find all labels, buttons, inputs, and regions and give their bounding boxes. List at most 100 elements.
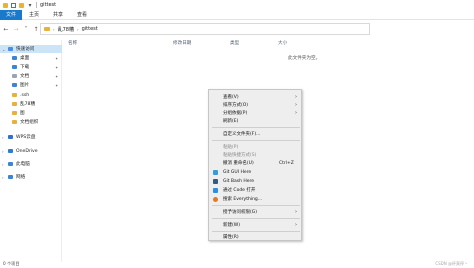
- menu-item-git-gui[interactable]: Git GUI Here: [209, 168, 301, 176]
- quick-access-dropdown-icon[interactable]: ▾: [27, 2, 33, 9]
- chevron-right-icon[interactable]: ›: [77, 27, 79, 32]
- back-arrow-icon[interactable]: ←: [3, 26, 9, 33]
- menu-item-label: 搜索 Everything...: [223, 197, 263, 202]
- tab-view[interactable]: 查看: [70, 10, 94, 20]
- menu-item-label: 通过 Code 打开: [223, 188, 256, 193]
- nav-item-label: 乱78糟: [20, 102, 36, 107]
- tab-file[interactable]: 文件: [0, 9, 23, 20]
- chevron-right-icon[interactable]: ›: [2, 149, 4, 154]
- nav-item-folder[interactable]: 文档组织: [0, 118, 62, 126]
- chevron-right-icon[interactable]: ›: [53, 27, 55, 32]
- column-header-size[interactable]: 大小: [278, 40, 287, 46]
- menu-item-refresh[interactable]: 刷新(E): [209, 117, 301, 125]
- star-icon: [8, 47, 13, 51]
- nav-item-label: 此电脑: [16, 162, 30, 167]
- menu-item-label: Git Bash Here: [223, 178, 255, 184]
- nav-item-folder[interactable]: 乱78糟: [0, 100, 62, 108]
- pin-icon: ✦: [55, 64, 59, 70]
- properties-icon[interactable]: [11, 2, 16, 8]
- menu-item-group-by[interactable]: 分组依据(P) ›: [209, 109, 301, 117]
- menu-item-label: 新建(W): [223, 223, 240, 228]
- nav-item-label: OneDrive: [16, 148, 38, 154]
- tab-share[interactable]: 共享: [46, 10, 70, 20]
- nav-item-desktop[interactable]: 桌面 ✦: [0, 54, 62, 62]
- menu-separator: [212, 205, 300, 206]
- menu-item-customize-folder[interactable]: 自定义文件夹(F)...: [209, 130, 301, 138]
- column-header-type[interactable]: 类型: [230, 40, 239, 46]
- recent-locations-icon[interactable]: ˅: [23, 26, 29, 33]
- tab-home[interactable]: 主页: [22, 10, 46, 20]
- title-bar: ▾ gittest: [0, 0, 474, 10]
- nav-item-pictures[interactable]: 图片 ✦: [0, 81, 62, 89]
- everything-icon: [213, 196, 218, 202]
- pin-icon: ✦: [55, 55, 59, 61]
- chevron-down-icon[interactable]: ⌄: [2, 47, 5, 52]
- breadcrumb-item[interactable]: 乱78糟: [58, 26, 74, 33]
- menu-item-label: 撤消 重命名(U): [223, 161, 254, 166]
- folder-icon: [3, 2, 8, 8]
- column-header-name[interactable]: 名称: [68, 40, 77, 46]
- network-icon: [8, 175, 13, 179]
- nav-item-label: 文档: [20, 74, 30, 79]
- menu-item-view[interactable]: 查看(V) ›: [209, 93, 301, 101]
- menu-item-label: 排序方式(O): [223, 103, 249, 108]
- nav-item-label: .ssh: [20, 92, 30, 98]
- menu-item-search-everything[interactable]: 搜索 Everything...: [209, 195, 301, 203]
- nav-item-this-pc[interactable]: › 此电脑: [0, 160, 62, 168]
- column-header-modified[interactable]: 修改日期: [173, 40, 191, 46]
- computer-icon: [8, 162, 13, 166]
- nav-item-label: WPS云盘: [16, 135, 36, 140]
- up-arrow-icon[interactable]: ↑: [33, 26, 39, 33]
- navigation-pane: ⌄ 快速访问 桌面 ✦ 下载 ✦ 文档 ✦ 图片 ✦ .ssh 乱78糟 图 文…: [0, 40, 62, 262]
- folder-icon: [12, 102, 17, 106]
- context-menu: 查看(V) › 排序方式(O) › 分组依据(P) › 刷新(E) 自定义文件夹…: [208, 89, 302, 241]
- nav-item-documents[interactable]: 文档 ✦: [0, 72, 62, 80]
- nav-item-folder[interactable]: 图: [0, 109, 62, 117]
- nav-item-ssh[interactable]: .ssh: [0, 91, 62, 99]
- menu-item-open-with-code[interactable]: 通过 Code 打开: [209, 186, 301, 194]
- nav-item-onedrive[interactable]: › OneDrive: [0, 147, 62, 155]
- folder-icon: [12, 120, 17, 124]
- folder-icon: [12, 111, 17, 115]
- chevron-right-icon[interactable]: ›: [2, 162, 4, 167]
- menu-item-label: 粘贴快捷方式(S): [223, 153, 257, 158]
- nav-item-quick-access[interactable]: ⌄ 快速访问: [0, 45, 62, 53]
- folder-icon: [12, 93, 17, 97]
- menu-item-git-bash[interactable]: Git Bash Here: [209, 177, 301, 185]
- onedrive-icon: [8, 149, 13, 153]
- menu-item-undo-rename[interactable]: 撤消 重命名(U) Ctrl+Z: [209, 159, 301, 167]
- breadcrumb-item[interactable]: gittest: [82, 26, 98, 32]
- menu-item-new[interactable]: 新建(W) ›: [209, 221, 301, 229]
- menu-separator: [212, 140, 300, 141]
- nav-item-label: 图片: [20, 83, 30, 88]
- new-folder-icon[interactable]: [19, 2, 24, 8]
- chevron-right-icon: ›: [295, 110, 297, 116]
- menu-item-label: 授予访问权限(G): [223, 210, 257, 215]
- git-gui-icon: [213, 169, 218, 175]
- chevron-right-icon[interactable]: ›: [2, 175, 4, 180]
- menu-item-sort-by[interactable]: 排序方式(O) ›: [209, 101, 301, 109]
- menu-item-label: 自定义文件夹(F)...: [223, 132, 261, 137]
- menu-item-give-access[interactable]: 授予访问权限(G) ›: [209, 208, 301, 216]
- chevron-right-icon[interactable]: ›: [2, 135, 4, 140]
- watermark: CSDN @杯莫停丶: [435, 261, 468, 266]
- vscode-icon: [213, 187, 218, 193]
- menu-item-properties[interactable]: 属性(R): [209, 233, 301, 241]
- address-bar[interactable]: › 乱78糟 › gittest: [40, 23, 370, 35]
- forward-arrow-icon[interactable]: →: [13, 26, 19, 33]
- menu-item-label: 粘贴(P): [223, 145, 239, 150]
- download-icon: [12, 65, 17, 69]
- pin-icon: ✦: [55, 73, 59, 79]
- window-title: gittest: [40, 2, 57, 8]
- ribbon-tabs: 文件 主页 共享 查看: [0, 9, 474, 20]
- nav-item-downloads[interactable]: 下载 ✦: [0, 63, 62, 71]
- nav-item-network[interactable]: › 网络: [0, 173, 62, 181]
- nav-item-wps-cloud[interactable]: › WPS云盘: [0, 133, 62, 141]
- empty-folder-message: 此文件夹为空。: [288, 56, 321, 61]
- menu-item-label: 分组依据(P): [223, 111, 248, 116]
- menu-item-label: Git GUI Here: [223, 169, 252, 175]
- menu-item-label: 刷新(E): [223, 119, 239, 124]
- address-row: ← → ˅ ↑ › 乱78糟 › gittest: [0, 22, 474, 36]
- nav-item-label: 下载: [20, 65, 30, 70]
- chevron-right-icon: ›: [295, 222, 297, 228]
